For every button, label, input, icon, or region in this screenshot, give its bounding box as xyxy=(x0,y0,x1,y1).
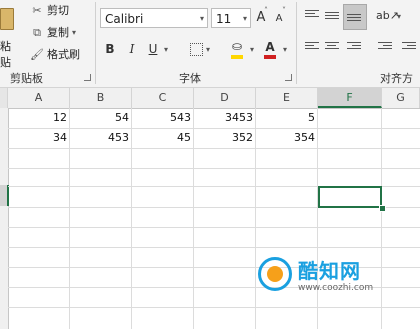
font-name-value: Calibri xyxy=(105,12,144,26)
paste-label: 粘贴 xyxy=(0,40,11,69)
cell-c2[interactable]: 45 xyxy=(132,128,194,148)
decrease-indent-icon[interactable] xyxy=(378,42,392,54)
chevron-down-icon: ▾ xyxy=(242,14,247,23)
ribbon: 粘贴 ✂ 剪切 ⧉ 复制 ▾ 🖌 格式刷 剪贴板 Calibri ▾ 11 ▾ … xyxy=(0,0,420,101)
chevron-down-icon: ▾ xyxy=(199,14,204,23)
cell-d2[interactable]: 352 xyxy=(194,128,256,148)
group-divider xyxy=(95,2,96,84)
column-header-d[interactable]: D xyxy=(194,88,256,108)
orientation-icon[interactable]: ab↗ xyxy=(376,8,399,24)
font-launcher-icon[interactable] xyxy=(285,74,292,81)
clipboard-group-label: 剪贴板 xyxy=(10,72,43,85)
column-header-b[interactable]: B xyxy=(70,88,132,108)
copy-icon: ⧉ xyxy=(33,26,41,39)
column-header-a[interactable]: A xyxy=(8,88,70,108)
grow-font-arrow-icon: ˄ xyxy=(264,6,268,15)
font-color-swatch xyxy=(264,55,276,59)
bold-button[interactable]: B xyxy=(104,41,116,57)
watermark-title: 酷知网 xyxy=(298,259,361,283)
underline-dropdown-icon[interactable]: ▾ xyxy=(164,45,168,54)
column-header-e[interactable]: E xyxy=(256,88,318,108)
align-middle-icon[interactable] xyxy=(325,12,339,24)
active-cell-f5[interactable] xyxy=(318,186,382,208)
cell-b1[interactable]: 54 xyxy=(70,108,132,128)
underline-button[interactable]: U xyxy=(147,41,159,57)
clipboard-launcher-icon[interactable] xyxy=(84,74,91,81)
font-color-dropdown-icon[interactable]: ▾ xyxy=(283,45,287,54)
grid-line xyxy=(8,307,420,308)
column-header-c[interactable]: C xyxy=(132,88,194,108)
cell-a1[interactable]: 12 xyxy=(8,108,70,128)
font-name-select[interactable]: Calibri ▾ xyxy=(100,8,208,28)
align-top-icon[interactable] xyxy=(305,10,319,22)
font-group-label: 字体 xyxy=(179,72,201,85)
scissors-icon: ✂ xyxy=(32,4,42,17)
align-center-icon[interactable] xyxy=(325,42,339,54)
format-painter-label: 格式刷 xyxy=(47,48,80,61)
cell-e2[interactable]: 354 xyxy=(256,128,318,148)
copy-dropdown-icon[interactable]: ▾ xyxy=(72,24,76,42)
italic-button[interactable]: I xyxy=(126,41,138,57)
font-size-select[interactable]: 11 ▾ xyxy=(211,8,251,28)
cell-e1[interactable]: 5 xyxy=(256,108,318,128)
grid-line xyxy=(8,148,420,149)
logo-dot-icon xyxy=(267,266,283,282)
copy-label: 复制 xyxy=(47,26,69,39)
fill-color-swatch xyxy=(231,55,243,59)
column-headers: A B C D E F G xyxy=(0,88,420,109)
fill-bucket-icon[interactable]: ⛀ xyxy=(230,38,244,54)
column-header-g[interactable]: G xyxy=(382,88,420,108)
grid-line xyxy=(8,168,420,169)
increase-indent-icon[interactable] xyxy=(402,42,416,54)
format-painter-icon: 🖌 xyxy=(30,48,44,61)
watermark-logo: 酷知网 www.coozhi.com xyxy=(258,253,398,301)
cell-c1[interactable]: 543 xyxy=(132,108,194,128)
grid-line xyxy=(8,247,420,248)
borders-icon[interactable] xyxy=(190,43,203,56)
selected-row-header[interactable] xyxy=(0,185,9,206)
cut-label: 剪切 xyxy=(47,4,69,17)
font-size-value: 11 xyxy=(216,12,232,26)
paste-button[interactable]: 粘贴 xyxy=(0,2,18,69)
borders-dropdown-icon[interactable]: ▾ xyxy=(206,45,210,54)
paste-icon xyxy=(0,8,14,30)
copy-button[interactable]: ⧉ 复制 ▾ xyxy=(30,24,76,42)
format-painter-button[interactable]: 🖌 格式刷 xyxy=(30,46,80,64)
align-right-icon[interactable] xyxy=(347,42,361,54)
group-divider xyxy=(296,2,297,84)
cell-d1[interactable]: 3453 xyxy=(194,108,256,128)
column-header-f[interactable]: F xyxy=(318,88,382,108)
cut-button[interactable]: ✂ 剪切 xyxy=(30,2,69,20)
grid-line xyxy=(8,227,420,228)
orientation-dropdown-icon[interactable]: ▾ xyxy=(397,12,401,21)
fill-handle[interactable] xyxy=(379,205,386,212)
font-color-button[interactable]: A xyxy=(264,39,276,55)
align-left-icon[interactable] xyxy=(305,42,319,54)
cell-b2[interactable]: 453 xyxy=(70,128,132,148)
shrink-font-arrow-icon: ˅ xyxy=(282,6,286,15)
cell-a2[interactable]: 34 xyxy=(8,128,70,148)
align-bottom-icon xyxy=(347,14,361,26)
fill-dropdown-icon[interactable]: ▾ xyxy=(250,45,254,54)
select-all-corner[interactable] xyxy=(0,88,8,108)
watermark-url: www.coozhi.com xyxy=(298,283,374,293)
